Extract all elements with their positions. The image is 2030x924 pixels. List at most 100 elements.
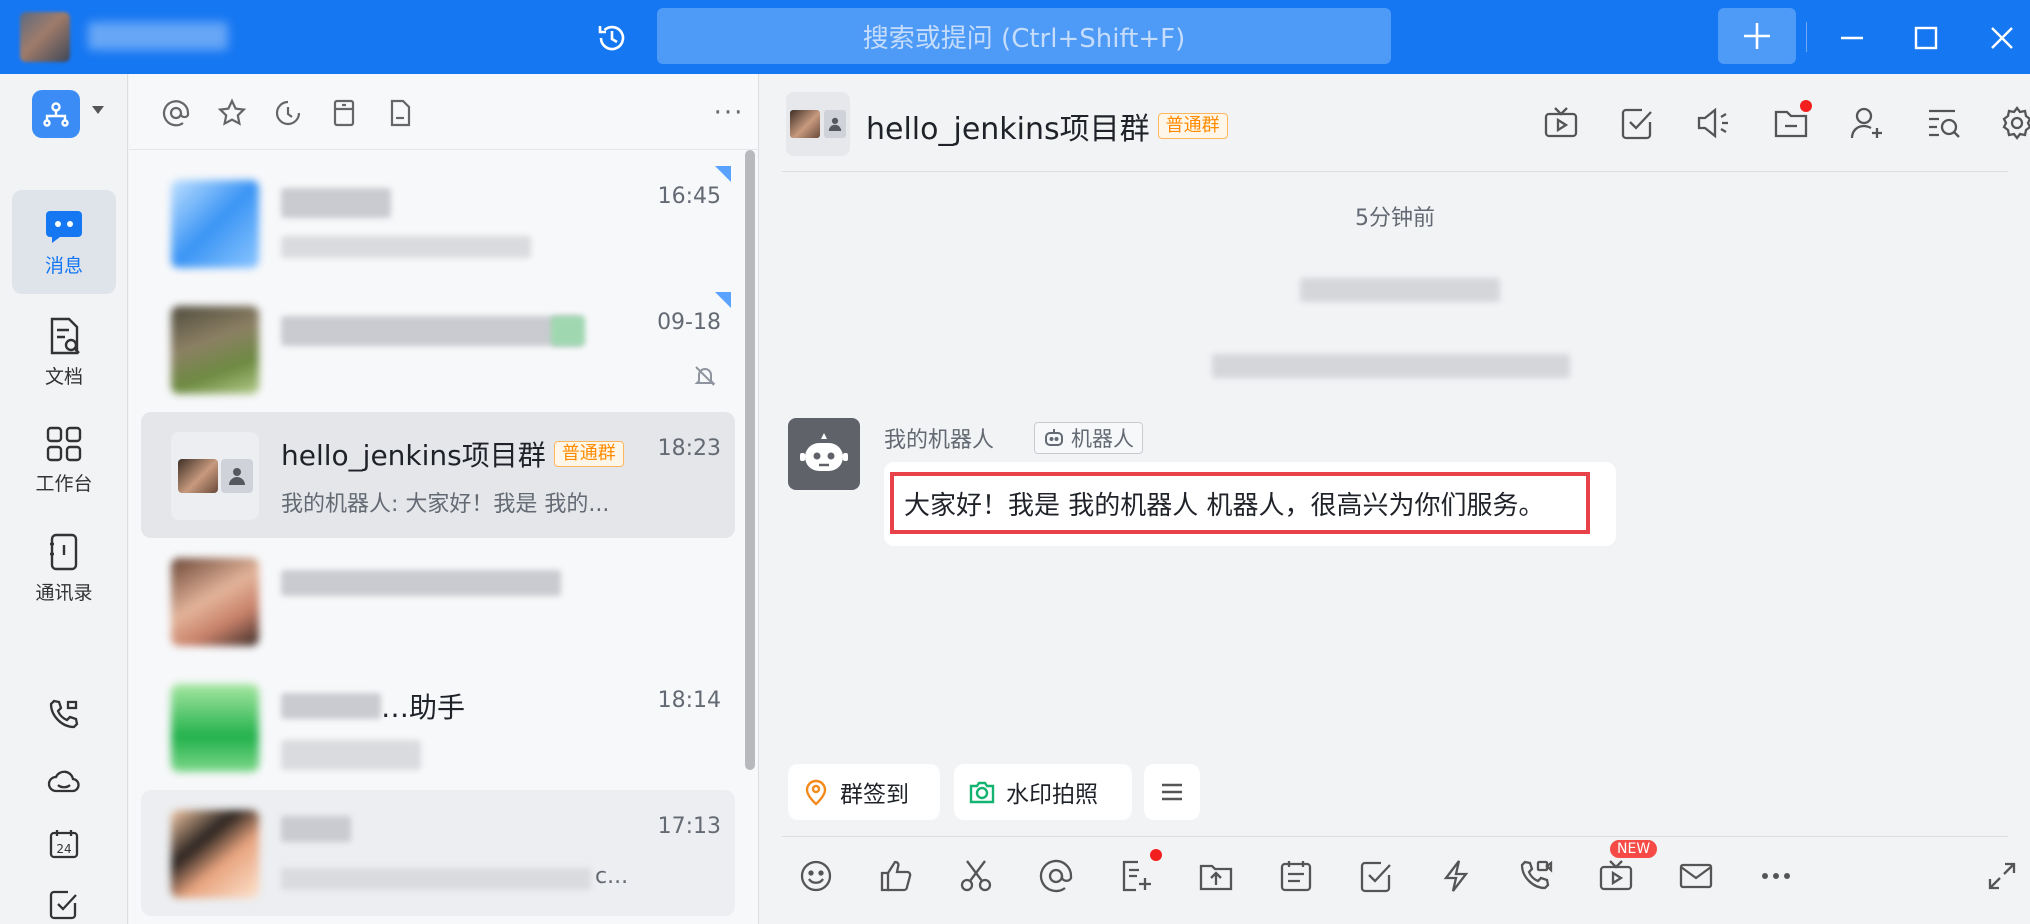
at-mention-icon[interactable] <box>1034 854 1078 898</box>
input-toolbar-divider <box>782 836 2008 837</box>
menu-icon <box>1162 783 1182 801</box>
new-badge: NEW <box>1610 840 1658 858</box>
chat-list-toolbar: ··· <box>129 74 759 150</box>
close-icon[interactable] <box>1982 18 2022 58</box>
left-nav: 消息 文档 工作台 通讯录 24 <box>0 74 128 924</box>
todo-icon[interactable] <box>44 884 84 924</box>
checkin-button[interactable]: 群签到 <box>788 764 940 820</box>
pin-marker <box>715 166 731 182</box>
watermark-camera-button[interactable]: 水印拍照 <box>954 764 1132 820</box>
blurred-preview <box>281 236 531 258</box>
scissors-icon[interactable] <box>954 854 998 898</box>
message-icon <box>46 210 82 243</box>
maximize-icon[interactable] <box>1906 18 1946 58</box>
list-item[interactable]: 09-18 <box>141 286 735 412</box>
workbench-icon <box>46 426 82 461</box>
conv-time: 16:45 <box>657 184 721 209</box>
conv-title-text: hello_jenkins项目群 <box>281 439 546 472</box>
list-item[interactable]: 16:45 <box>141 160 735 286</box>
list-item-hello-jenkins[interactable]: hello_jenkins项目群 普通群 我的机器人: 大家好！我是 我的...… <box>141 412 735 538</box>
nav-label: 通讯录 <box>35 581 93 604</box>
file-icon[interactable] <box>383 96 417 130</box>
avatar <box>171 558 259 646</box>
history-icon[interactable] <box>594 20 630 56</box>
minimize-icon[interactable] <box>1832 18 1872 58</box>
clock-icon[interactable] <box>271 96 305 130</box>
contacts-icon <box>50 533 78 570</box>
user-avatar[interactable] <box>20 12 70 62</box>
message-bubble[interactable]: 大家好！我是 我的机器人 机器人，很高兴为你们服务。 <box>884 462 1616 546</box>
more-actions-button[interactable] <box>1144 764 1200 820</box>
list-item[interactable] <box>141 538 735 664</box>
star-icon[interactable] <box>215 96 249 130</box>
task-check-icon[interactable] <box>1616 102 1658 144</box>
announcement-icon[interactable] <box>1692 102 1734 144</box>
person-icon <box>824 110 846 138</box>
avatar <box>171 432 259 520</box>
list-item[interactable]: c... 17:13 <box>141 790 735 916</box>
org-switch-icon[interactable] <box>32 90 80 138</box>
robot-badge-label: 机器人 <box>1071 427 1135 451</box>
conv-time: 17:13 <box>657 814 721 839</box>
video-call-icon[interactable] <box>1514 854 1558 898</box>
member-avatar <box>177 459 218 493</box>
chat-panel: hello_jenkins项目群 普通群 5分钟前 我的机器人 机器人 大家好！… <box>760 74 2030 924</box>
conv-time: 09-18 <box>657 310 721 335</box>
schedule-icon[interactable] <box>1274 854 1318 898</box>
nav-label: 工作台 <box>35 472 93 495</box>
blurred-title <box>281 570 561 596</box>
member-avatar <box>790 110 820 138</box>
new-doc-icon[interactable] <box>1114 854 1158 898</box>
conv-title-text: …助手 <box>381 691 466 724</box>
notification-dot <box>1800 100 1812 112</box>
cloud-icon[interactable] <box>44 762 84 802</box>
upload-icon[interactable] <box>1194 854 1238 898</box>
lightning-icon[interactable] <box>1434 854 1478 898</box>
scrollbar[interactable] <box>745 150 755 770</box>
more-tools-icon[interactable] <box>1754 854 1798 898</box>
add-member-icon[interactable] <box>1846 102 1888 144</box>
conv-title: …助手 <box>281 686 465 726</box>
more-icon[interactable]: ··· <box>709 96 749 130</box>
list-item[interactable]: …助手 18:14 <box>141 664 735 790</box>
calendar-icon[interactable]: 24 <box>44 824 84 864</box>
settings-icon[interactable] <box>1996 102 2030 144</box>
blurred-title <box>281 816 351 842</box>
person-icon <box>220 459 253 493</box>
message-text: 大家好！我是 我的机器人 机器人，很高兴为你们服务。 <box>890 472 1590 534</box>
blurred-title <box>281 693 381 719</box>
checkin-icon <box>805 779 827 806</box>
nav-item-docs[interactable]: 文档 <box>12 300 116 404</box>
conv-preview: 我的机器人: 大家好！我是 我的... <box>281 492 610 517</box>
chat-list: ··· 16:45 09-18 hello_jenkins项目群 普通群 我的机… <box>129 74 759 924</box>
thumbs-up-icon[interactable] <box>874 854 918 898</box>
blurred-title <box>281 316 581 346</box>
search-history-icon[interactable] <box>1922 102 1964 144</box>
live-icon[interactable] <box>1540 102 1582 144</box>
robot-icon <box>1045 429 1064 446</box>
robot-avatar[interactable] <box>788 418 860 490</box>
emoji-icon[interactable] <box>794 854 838 898</box>
checkin-label: 群签到 <box>840 782 909 808</box>
expand-icon[interactable] <box>1980 854 2024 898</box>
live-stream-icon[interactable] <box>1594 854 1638 898</box>
blurred-title <box>281 188 391 218</box>
search-input[interactable]: 搜索或提问 (Ctrl+Shift+F) <box>657 8 1391 64</box>
phone-icon[interactable] <box>44 694 84 734</box>
todo-check-icon[interactable] <box>1354 854 1398 898</box>
group-avatar[interactable] <box>786 92 850 156</box>
nav-item-contacts[interactable]: 通讯录 <box>12 516 116 620</box>
nav-item-messages[interactable]: 消息 <box>12 190 116 294</box>
sender-name[interactable]: 我的机器人 <box>884 422 994 454</box>
chevron-down-icon[interactable] <box>92 106 104 114</box>
add-button[interactable] <box>1718 8 1796 64</box>
chat-header: hello_jenkins项目群 普通群 <box>782 74 2030 172</box>
archive-icon[interactable] <box>327 96 361 130</box>
blurred-system-message <box>1300 278 1500 302</box>
mention-icon[interactable] <box>159 96 193 130</box>
pin-marker <box>715 292 731 308</box>
mail-icon[interactable] <box>1674 854 1718 898</box>
conv-time: 18:14 <box>657 688 721 713</box>
calendar-day: 24 <box>56 842 71 856</box>
nav-item-workbench[interactable]: 工作台 <box>12 408 116 512</box>
